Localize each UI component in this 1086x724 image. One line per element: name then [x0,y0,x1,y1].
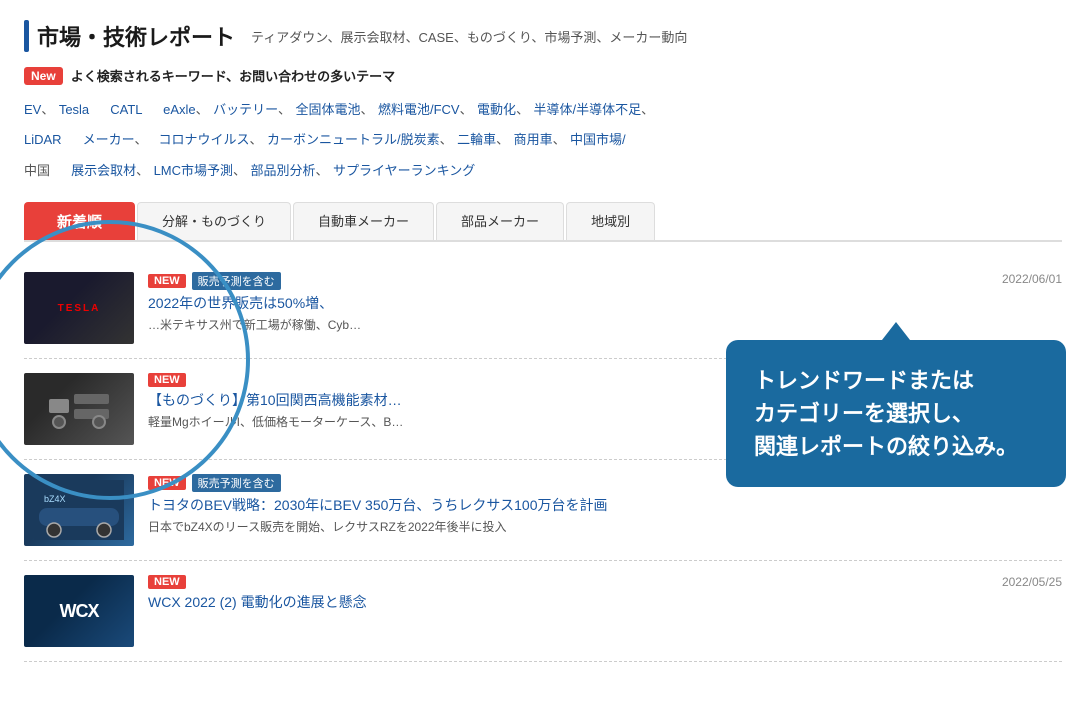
article-title-1[interactable]: 2022年の世界販売は50%増、 [148,294,976,314]
badge-sales-1: 販売予測を含む [192,272,281,290]
keyword-catl[interactable]: CATL [110,102,142,117]
article-thumb-1: TESLA [24,272,134,344]
keyword-china-cont: 中国 [24,163,50,178]
tab-new[interactable]: 新着順 [24,202,135,240]
page-title: 市場・技術レポート [37,20,235,52]
keyword-battery[interactable]: バッテリー [213,102,278,117]
article-thumb-3: bZ4X [24,474,134,546]
new-badge: New [24,67,63,85]
new-row-label: よく検索されるキーワード、お問い合わせの多いテーマ [71,66,395,85]
article-content-4: NEW WCX 2022 (2) 電動化の進展と懸念 [148,575,976,616]
keyword-bike[interactable]: 二輪車 [457,132,496,147]
page-subtitle: ティアダウン、展示会取材、CASE、ものづくり、市場予測、メーカー動向 [251,27,687,46]
article-title-3[interactable]: トヨタのBEV戦略：2030年にBEV 350万台、うちレクサス100万台を計画 [148,496,976,516]
title-bar-decoration [24,20,29,52]
tooltip-text: トレンドワードまたはカテゴリーを選択し、関連レポートの絞り込み。 [754,364,1038,463]
keyword-ev2[interactable]: 電動化 [477,102,516,117]
svg-text:bZ4X: bZ4X [44,494,66,504]
keyword-carbon[interactable]: カーボンニュートラル/脱炭素 [267,132,440,147]
keyword-parts-analysis[interactable]: 部品別分析 [251,163,316,178]
tab-teardown[interactable]: 分解・ものづくり [137,202,291,240]
keyword-lidar[interactable]: LiDAR [24,132,62,147]
badge-sales-3: 販売予測を含む [192,474,281,492]
badge-new-1: NEW [148,274,186,288]
keyword-china[interactable]: 中国市場/ [570,132,626,147]
article-desc-3: 日本でbZ4Xのリース販売を開始、レクサスRZを2022年後半に投入 [148,519,976,536]
article-thumb-4: WCX [24,575,134,647]
page-header: 市場・技術レポート ティアダウン、展示会取材、CASE、ものづくり、市場予測、メ… [24,20,1062,52]
article-date-1: 2022/06/01 [990,272,1062,286]
keyword-maker[interactable]: メーカー [83,132,135,147]
badge-new-2: NEW [148,373,186,387]
keyword-ev[interactable]: EV [24,102,41,117]
article-title-4[interactable]: WCX 2022 (2) 電動化の進展と懸念 [148,593,976,613]
article-desc-1: …米テキサス州で新工場が稼働、Cyb… [148,317,976,334]
new-badge-row: New よく検索されるキーワード、お問い合わせの多いテーマ [24,66,1062,85]
page-title-wrapper: 市場・技術レポート ティアダウン、展示会取材、CASE、ものづくり、市場予測、メ… [24,20,687,52]
tooltip-bubble: トレンドワードまたはカテゴリーを選択し、関連レポートの絞り込み。 [726,340,1066,487]
badge-new-4: NEW [148,575,186,589]
tab-parts[interactable]: 部品メーカー [436,202,564,240]
badge-new-3: NEW [148,476,186,490]
tab-bar: 新着順 分解・ものづくり 自動車メーカー 部品メーカー 地域別 [24,202,1062,242]
keyword-tesla[interactable]: Tesla [59,102,89,117]
keyword-expo[interactable]: 展示会取材 [71,163,136,178]
article-thumb-2 [24,373,134,445]
keyword-commercial[interactable]: 商用車 [514,132,553,147]
tab-region[interactable]: 地域別 [566,202,655,240]
keyword-eaxle[interactable]: eAxle [163,102,196,117]
article-badges-4: NEW [148,575,976,589]
keyword-semi[interactable]: 半導体/半導体不足 [534,102,642,117]
article-badges-1: NEW 販売予測を含む [148,272,976,290]
article-date-4: 2022/05/25 [990,575,1062,589]
keyword-section: EV、 Tesla CATL eAxle、 バッテリー、 全固体電池、 燃料電池… [24,95,1062,186]
keyword-supplier[interactable]: サプライヤーランキング [333,163,475,178]
keyword-corona[interactable]: コロナウイルス [159,132,250,147]
tooltip-arrow [882,322,910,340]
keyword-fcv[interactable]: 燃料電池/FCV [378,102,460,117]
article-item-4: WCX NEW WCX 2022 (2) 電動化の進展と懸念 2022/05/2… [24,561,1062,662]
tab-maker[interactable]: 自動車メーカー [293,202,434,240]
article-content-1: NEW 販売予測を含む 2022年の世界販売は50%増、 …米テキサス州で新工場… [148,272,976,333]
keyword-solid[interactable]: 全固体電池 [295,102,360,117]
keyword-lmc[interactable]: LMC市場予測 [154,163,233,178]
